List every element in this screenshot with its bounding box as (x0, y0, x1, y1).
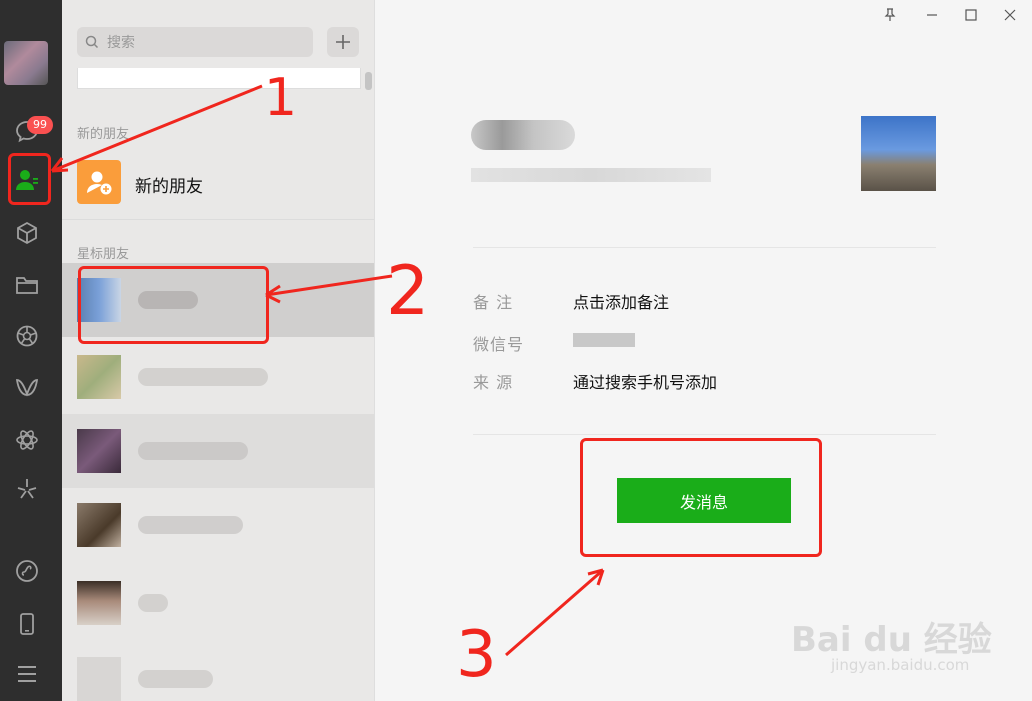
list-item[interactable] (62, 488, 374, 562)
source-value: 通过搜索手机号添加 (573, 373, 718, 392)
files-icon[interactable] (11, 269, 43, 301)
divider (62, 219, 374, 220)
minimize-icon[interactable] (921, 4, 943, 26)
phone-icon[interactable] (11, 608, 43, 640)
contact-name (138, 368, 268, 386)
annotation-box-3 (580, 438, 822, 557)
list-top-edge (77, 68, 361, 89)
avatar[interactable] (4, 41, 48, 85)
sidebar: 99 (0, 0, 62, 701)
profile-region (471, 168, 711, 182)
avatar (77, 429, 121, 473)
maximize-icon[interactable] (960, 4, 982, 26)
section-new-friends: 新的朋友 (77, 127, 130, 142)
pin-icon[interactable] (879, 4, 901, 26)
wechat-id-value (573, 333, 635, 347)
mini-program-icon[interactable] (11, 555, 43, 587)
scrollbar[interactable] (365, 72, 372, 90)
profile-panel: 备 注 点击添加备注 微信号 来 源 通过搜索手机号添加 发消息 Bai du … (374, 0, 1032, 701)
list-item[interactable] (62, 340, 374, 414)
profile-name (471, 120, 575, 150)
avatar (77, 657, 121, 701)
list-item[interactable] (62, 642, 374, 701)
contact-name (138, 594, 168, 612)
mini-programs-icon[interactable] (11, 473, 43, 505)
contact-name (138, 516, 243, 534)
new-friend-label: 新的朋友 (135, 177, 203, 197)
add-friend-icon (77, 160, 121, 204)
annotation-box-2 (78, 266, 269, 344)
divider (473, 247, 936, 248)
unread-badge: 99 (27, 116, 53, 134)
search-input[interactable]: 搜索 (77, 27, 313, 57)
add-contact-button[interactable] (327, 27, 359, 57)
watermark-brand: Bai du 经验 (791, 620, 992, 660)
remark-label: 备 注 (473, 293, 514, 312)
remark-value[interactable]: 点击添加备注 (573, 289, 669, 313)
avatar (77, 503, 121, 547)
new-friend-item[interactable]: 新的朋友 (62, 145, 374, 219)
close-icon[interactable] (999, 4, 1021, 26)
source-label: 来 源 (473, 373, 514, 392)
search-icon (85, 35, 99, 49)
contact-name (138, 670, 213, 688)
wechat-id-label: 微信号 (473, 335, 525, 354)
channels-icon[interactable] (11, 372, 43, 404)
section-starred-friends: 星标朋友 (77, 247, 130, 262)
contacts-panel: 搜索 新的朋友 新的朋友 星标朋友 (62, 0, 374, 701)
profile-avatar[interactable] (861, 116, 936, 191)
annotation-box-1 (8, 153, 51, 205)
divider (473, 434, 936, 435)
avatar (77, 355, 121, 399)
avatar (77, 581, 121, 625)
search-apps-icon[interactable] (11, 424, 43, 456)
menu-icon[interactable] (11, 658, 43, 690)
plus-icon (336, 35, 350, 49)
favorites-icon[interactable] (11, 217, 43, 249)
search-placeholder: 搜索 (107, 35, 135, 51)
list-item[interactable] (62, 566, 374, 640)
watermark-url: jingyan.baidu.com (831, 656, 970, 674)
moments-icon[interactable] (11, 320, 43, 352)
list-item[interactable] (62, 414, 374, 488)
contact-name (138, 442, 248, 460)
